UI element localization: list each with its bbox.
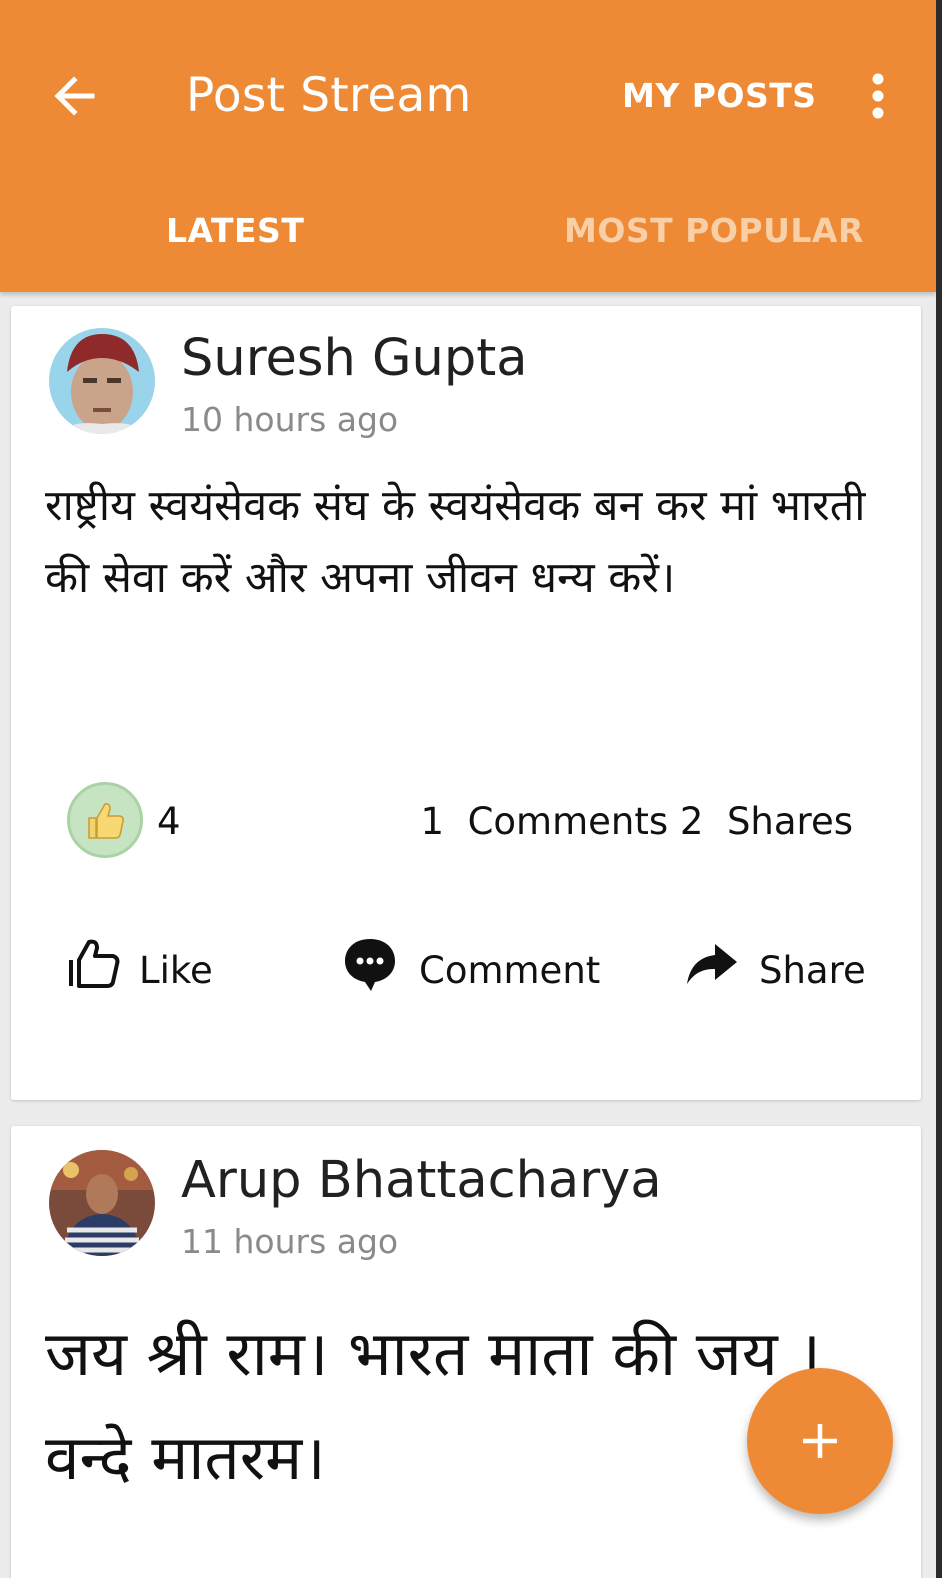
more-vertical-icon — [872, 73, 884, 119]
overflow-menu-button[interactable] — [856, 66, 900, 126]
author-name[interactable]: Arup Bhattacharya — [181, 1150, 662, 1212]
screen-edge — [936, 0, 942, 1578]
tab-latest[interactable]: LATEST — [166, 206, 304, 256]
arrow-left-icon — [54, 76, 95, 116]
share-arrow-icon — [687, 944, 737, 984]
post-card: Arup Bhattacharya 11 hours ago जय श्री र… — [11, 1126, 921, 1578]
like-count: 4 — [157, 800, 181, 843]
avatar[interactable] — [49, 1150, 155, 1256]
like-button[interactable]: Like — [67, 932, 213, 996]
author-name[interactable]: Suresh Gupta — [181, 328, 528, 390]
new-post-fab[interactable] — [747, 1368, 893, 1514]
post-text: राष्ट्रीय स्वयंसेवक संघ के स्वयंसेवक बन … — [45, 481, 866, 603]
share-button[interactable]: Share — [683, 932, 866, 996]
avatar[interactable] — [49, 328, 155, 434]
plus-icon — [803, 1424, 837, 1458]
like-count-badge — [67, 782, 143, 858]
like-label: Like — [139, 949, 213, 992]
post-time: 11 hours ago — [181, 1222, 399, 1261]
thumbs-up-outline-icon — [69, 939, 120, 988]
page-title: Post Stream — [186, 68, 472, 123]
back-button[interactable] — [42, 64, 106, 128]
post-time: 10 hours ago — [181, 400, 399, 439]
share-label: Share — [759, 949, 866, 992]
my-posts-button[interactable]: MY POSTS — [622, 74, 817, 118]
tab-most-popular[interactable]: MOST POPULAR — [564, 206, 864, 256]
app-bar: Post Stream MY POSTS LATEST MOST POPULAR — [0, 0, 936, 292]
post-card: Suresh Gupta 10 hours ago राष्ट्रीय स्वय… — [11, 306, 921, 1100]
comment-bubble-icon — [345, 939, 395, 991]
comment-button[interactable]: Comment — [341, 932, 600, 996]
comment-label: Comment — [419, 949, 601, 992]
comments-shares-count[interactable]: 1 Comments 2 Shares — [421, 800, 854, 844]
tab-indicator — [0, 286, 468, 292]
thumbs-up-icon — [88, 803, 124, 839]
